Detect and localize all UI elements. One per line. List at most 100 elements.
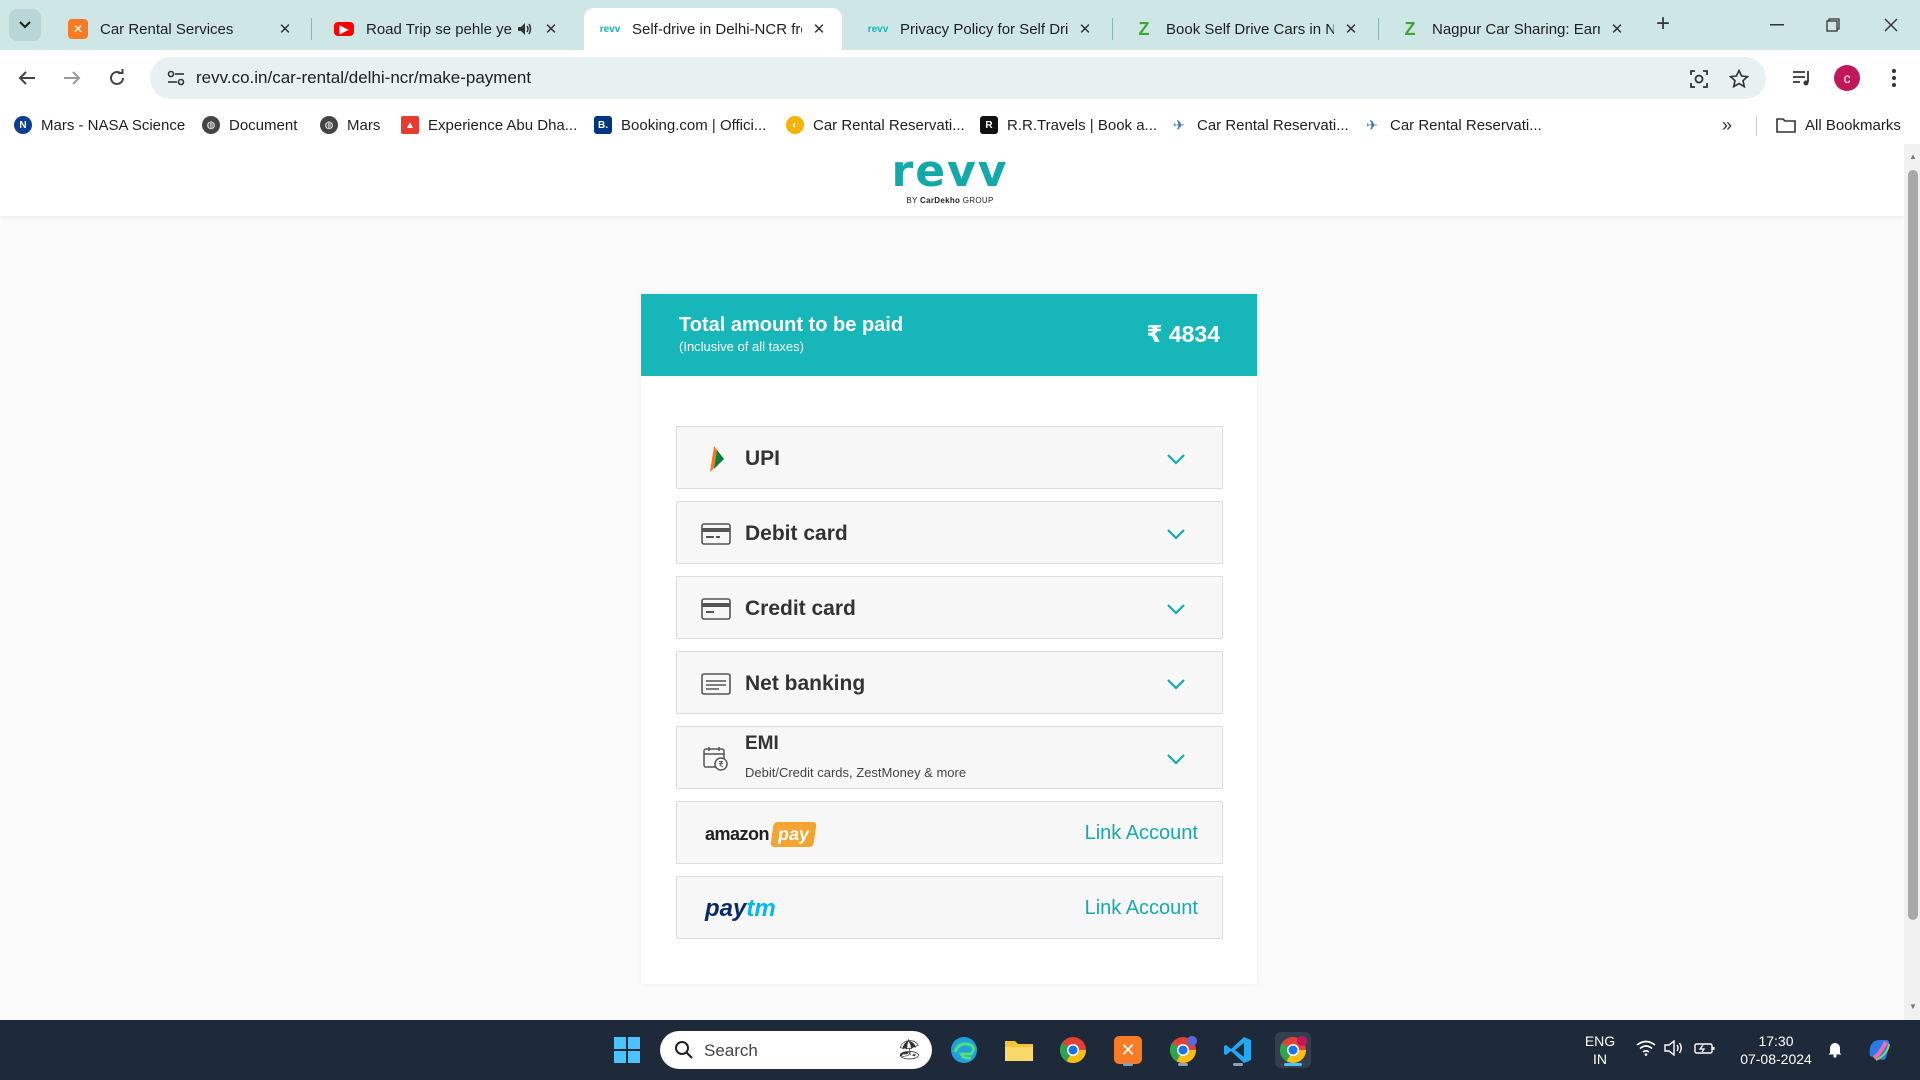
taskbar-file-explorer[interactable]: [1001, 1032, 1037, 1068]
bookmark-item[interactable]: B. Booking.com | Offici...: [594, 114, 766, 136]
bookmark-item[interactable]: ◐ Car Rental Reservati...: [786, 114, 965, 136]
tab-separator: [1378, 18, 1379, 40]
restore-button[interactable]: [1818, 12, 1848, 38]
minimize-icon: [1770, 24, 1784, 26]
revv-logo[interactable]: revv BY CarDekho GROUP: [890, 150, 1010, 210]
booking-icon: B.: [594, 116, 612, 134]
car-rental-icon: ◐: [786, 116, 804, 134]
tab-separator: [1112, 18, 1113, 40]
payment-option-debit-card[interactable]: Debit card: [676, 501, 1223, 564]
link-account-amazon-pay[interactable]: Link Account: [1085, 822, 1198, 845]
scroll-up-icon[interactable]: ▲: [1908, 152, 1918, 162]
more-menu-icon[interactable]: [1880, 64, 1908, 92]
chevron-down-icon: [1167, 679, 1185, 690]
payment-option-net-banking[interactable]: Net banking: [676, 651, 1223, 714]
zoomcar-icon: Z: [1404, 18, 1416, 39]
tab-road-trip[interactable]: ▶ Road Trip se pehle ye k ✕: [318, 8, 574, 50]
taskbar-xampp[interactable]: ✕: [1110, 1032, 1146, 1068]
search-icon: [675, 1041, 693, 1059]
payment-option-credit-card[interactable]: Credit card: [676, 576, 1223, 639]
taskbar-edge[interactable]: [946, 1032, 982, 1068]
address-bar[interactable]: revv.co.in/car-rental/delhi-ncr/make-pay…: [150, 57, 1766, 99]
bookmark-item[interactable]: ◍ Document: [202, 114, 297, 136]
total-title: Total amount to be paid: [679, 314, 904, 336]
taskbar-chrome-profile-1[interactable]: [1165, 1032, 1201, 1068]
xampp-icon: ✕: [68, 19, 88, 39]
media-controls-icon[interactable]: [1788, 64, 1816, 92]
total-amount: ₹ 4834: [1146, 321, 1220, 347]
copilot-icon[interactable]: [1864, 1034, 1894, 1068]
xampp-icon: ✕: [1114, 1036, 1142, 1064]
battery-icon[interactable]: [1694, 1040, 1716, 1060]
taskbar-chrome[interactable]: [1055, 1032, 1091, 1068]
url-text[interactable]: revv.co.in/car-rental/delhi-ncr/make-pay…: [196, 68, 531, 88]
wallet-amazon-pay: amazon pay Link Account: [676, 801, 1223, 864]
chrome-icon: [1059, 1037, 1087, 1064]
profile-avatar[interactable]: c: [1834, 65, 1860, 91]
scroll-down-icon[interactable]: ▼: [1908, 1002, 1918, 1012]
minimize-button[interactable]: [1762, 12, 1792, 38]
scroll-thumb[interactable]: [1908, 170, 1918, 920]
bookmark-item[interactable]: R R.R.Travels | Book a...: [980, 114, 1157, 136]
chevron-down-icon: [1167, 529, 1185, 540]
bookmark-item[interactable]: ◍ Mars: [320, 114, 380, 136]
bookmark-item[interactable]: ✈ Car Rental Reservati...: [1170, 114, 1349, 136]
forward-button[interactable]: [55, 61, 89, 95]
clock[interactable]: 17:30 07-08-2024: [1736, 1032, 1816, 1068]
payment-option-upi[interactable]: UPI: [676, 426, 1223, 489]
notification-bell-icon[interactable]: [1826, 1040, 1844, 1062]
close-tab-icon[interactable]: ✕: [276, 20, 294, 38]
link-account-paytm[interactable]: Link Account: [1085, 897, 1198, 920]
taskbar-chrome-profile-2[interactable]: [1275, 1032, 1311, 1068]
close-window-button[interactable]: [1876, 12, 1906, 38]
total-subtitle: (Inclusive of all taxes): [679, 339, 804, 354]
edge-icon: [951, 1037, 977, 1063]
start-button[interactable]: [609, 1032, 645, 1068]
language-indicator[interactable]: ENG IN: [1580, 1032, 1620, 1068]
windows-icon: [614, 1037, 640, 1063]
bookmark-item[interactable]: ✈ Car Rental Reservati...: [1363, 114, 1542, 136]
debit-card-icon: [701, 520, 731, 548]
close-tab-icon[interactable]: ✕: [810, 20, 828, 38]
bookmark-item[interactable]: ▲ Experience Abu Dha...: [401, 114, 577, 136]
chrome-icon: [1279, 1036, 1307, 1064]
globe-icon: ◍: [202, 116, 220, 134]
tab-nagpur-car-sharing[interactable]: Z Nagpur Car Sharing: Earn w ✕: [1384, 8, 1640, 50]
tab-car-rental-services[interactable]: ✕ Car Rental Services ✕: [52, 8, 308, 50]
all-bookmarks-button[interactable]: All Bookmarks: [1776, 114, 1901, 136]
chevron-down-icon: [1167, 754, 1185, 765]
payment-card: Total amount to be paid (Inclusive of al…: [641, 294, 1257, 984]
close-tab-icon[interactable]: ✕: [1608, 20, 1626, 38]
speaker-icon[interactable]: [516, 20, 534, 38]
arrow-left-icon: [18, 71, 35, 85]
taskbar-search[interactable]: Search 🏖: [660, 1031, 932, 1069]
tab-privacy-policy[interactable]: revv Privacy Policy for Self Drivi ✕: [852, 8, 1108, 50]
folder-icon: [1776, 118, 1796, 133]
page-scrollbar[interactable]: ▲ ▼: [1904, 144, 1920, 1020]
screenshot-icon[interactable]: [1686, 66, 1712, 92]
site-info-icon[interactable]: [160, 62, 192, 94]
bookmark-star-icon[interactable]: [1726, 66, 1752, 92]
bookmark-item[interactable]: N Mars - NASA Science: [14, 114, 185, 136]
close-tab-icon[interactable]: ✕: [542, 20, 560, 38]
close-tab-icon[interactable]: ✕: [1342, 20, 1360, 38]
tab-book-self-drive-nagpur[interactable]: Z Book Self Drive Cars in Nag ✕: [1118, 8, 1374, 50]
close-tab-icon[interactable]: ✕: [1076, 20, 1094, 38]
revv-icon: revv: [867, 23, 889, 35]
tab-search-button[interactable]: [9, 9, 41, 41]
back-button[interactable]: [10, 61, 44, 95]
reload-button[interactable]: [100, 61, 134, 95]
more-bookmarks-icon[interactable]: »: [1716, 114, 1738, 136]
emi-icon: [701, 745, 731, 773]
tab-self-drive-delhi[interactable]: revv Self-drive in Delhi-NCR fro ✕: [584, 8, 842, 50]
taskbar-vscode[interactable]: [1220, 1032, 1256, 1068]
wallet-paytm: pay tm Link Account: [676, 876, 1223, 939]
upi-icon: [701, 445, 731, 473]
folder-icon: [1005, 1041, 1033, 1061]
volume-icon[interactable]: [1664, 1039, 1684, 1060]
site-header: revv BY CarDekho GROUP: [0, 144, 1904, 216]
wifi-icon[interactable]: [1636, 1040, 1656, 1060]
logo-tagline: BY CarDekho GROUP: [906, 196, 994, 205]
payment-option-emi[interactable]: EMI Debit/Credit cards, ZestMoney & more: [676, 726, 1223, 789]
new-tab-button[interactable]: +: [1652, 12, 1674, 38]
